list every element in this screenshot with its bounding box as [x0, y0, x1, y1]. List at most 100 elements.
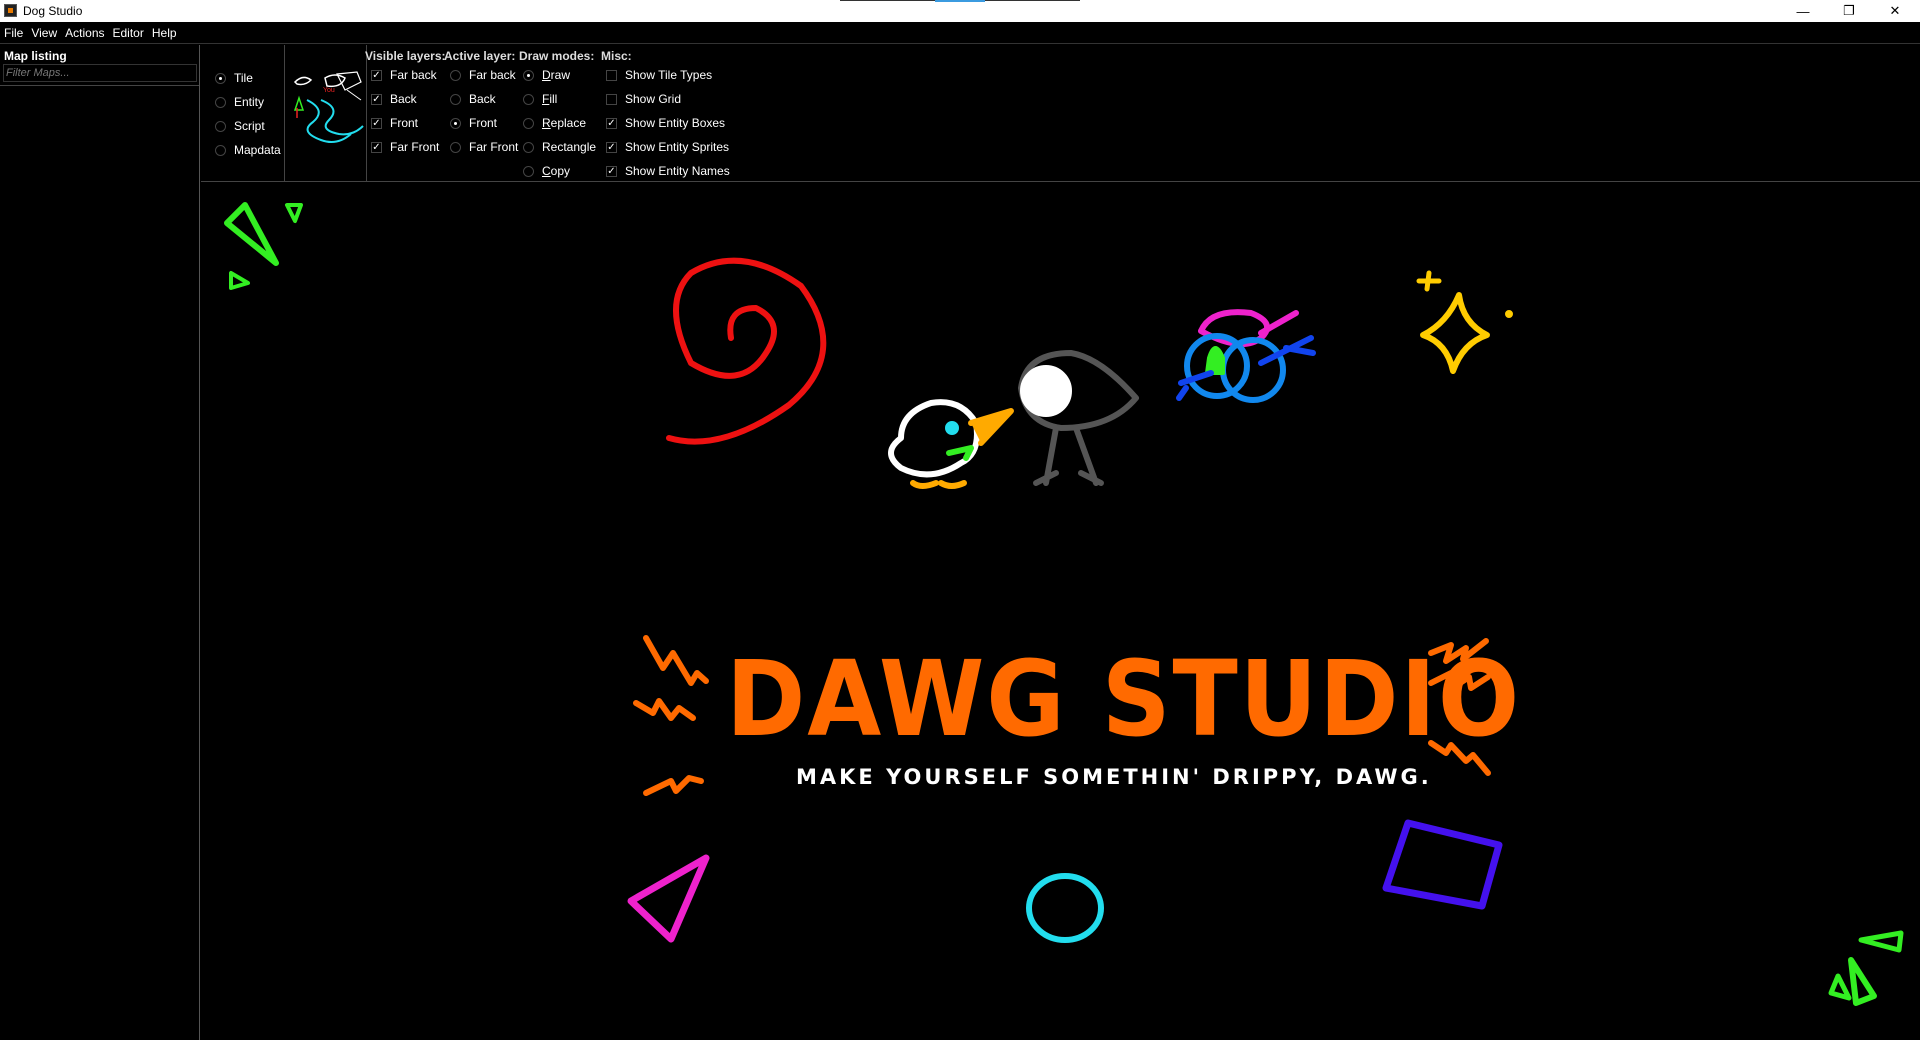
visible-far-front-label: Far Front: [390, 140, 440, 154]
menu-actions[interactable]: Actions: [65, 26, 104, 40]
map-listing-panel: Map listing: [0, 45, 200, 1040]
draw-mode-replace[interactable]: Replace: [523, 116, 586, 130]
yellow-dot-decoration: [1505, 310, 1513, 318]
draw-mode-rectangle-label: Rectangle: [542, 140, 597, 154]
visible-back-label: Back: [390, 92, 417, 106]
draw-modes-label: Draw modes:: [519, 49, 595, 63]
mode-tile-radio[interactable]: [215, 72, 226, 84]
mode-script-radio[interactable]: [215, 120, 226, 132]
green-triangle-decoration: [1848, 957, 1877, 1006]
active-layer-far-back[interactable]: Far back: [450, 68, 516, 82]
restore-icon: ❐: [1843, 3, 1855, 18]
minimize-button[interactable]: —: [1780, 0, 1826, 22]
draw-mode-draw-radio[interactable]: [523, 69, 534, 81]
draw-mode-rectangle-radio[interactable]: [523, 141, 534, 153]
misc-show-grid[interactable]: Show Grid: [606, 92, 681, 106]
show-tile-types-label: Show Tile Types: [625, 68, 713, 82]
mode-mapdata[interactable]: Mapdata: [215, 143, 281, 157]
green-triangle-decoration: [1828, 973, 1852, 1001]
magenta-triangle-decoration: [627, 854, 710, 943]
cyan-circle-decoration: [1026, 873, 1104, 943]
window-title: Dog Studio: [23, 4, 83, 18]
show-entity-sprites-label: Show Entity Sprites: [625, 140, 730, 154]
splash-doodles: [224, 202, 1904, 1006]
active-layer-label: Active layer:: [444, 49, 516, 63]
orange-zigzag-decoration: [643, 635, 709, 686]
misc-show-entity-sprites[interactable]: ✓ Show Entity Sprites: [606, 140, 729, 154]
draw-mode-draw[interactable]: Draw: [523, 68, 570, 82]
editor-toolbar: Tile Entity Script Mapdata You Visible l…: [201, 45, 1920, 182]
mode-mapdata-radio[interactable]: [215, 144, 226, 156]
active-far-front-radio[interactable]: [450, 141, 461, 153]
indigo-diamond-decoration: [1382, 819, 1503, 910]
show-entity-boxes-checkbox[interactable]: ✓: [606, 117, 617, 129]
draw-mode-copy[interactable]: Copy: [523, 164, 570, 178]
eye-creature-legs-doodle: [1033, 425, 1104, 486]
visible-front-checkbox[interactable]: ✓: [371, 117, 382, 129]
active-layer-back[interactable]: Back: [450, 92, 496, 106]
map-listing-title: Map listing: [4, 49, 67, 63]
active-far-back-label: Far back: [469, 68, 516, 82]
draw-mode-replace-label: Replace: [542, 116, 587, 130]
misc-show-entity-boxes[interactable]: ✓ Show Entity Boxes: [606, 116, 725, 130]
active-back-label: Back: [469, 92, 496, 106]
restore-button[interactable]: ❐: [1826, 0, 1872, 22]
draw-mode-replace-radio[interactable]: [523, 117, 534, 129]
mode-tile[interactable]: Tile: [215, 71, 253, 85]
active-layer-far-front[interactable]: Far Front: [450, 140, 518, 154]
show-grid-checkbox[interactable]: [606, 93, 617, 105]
green-triangle-decoration: [285, 203, 303, 223]
misc-show-entity-names[interactable]: ✓ Show Entity Names: [606, 164, 730, 178]
menu-editor[interactable]: Editor: [113, 26, 144, 40]
map-list[interactable]: [0, 87, 199, 1037]
green-triangle-decoration: [229, 271, 250, 290]
mode-script[interactable]: Script: [215, 119, 265, 133]
show-tile-types-checkbox[interactable]: [606, 69, 617, 81]
draw-mode-copy-radio[interactable]: [523, 165, 534, 177]
active-front-radio[interactable]: [450, 117, 461, 129]
menu-file[interactable]: File: [4, 26, 23, 40]
visible-layer-far-front[interactable]: ✓ Far Front: [371, 140, 439, 154]
map-canvas[interactable]: DAWG STUDIO MAKE YOURSELF SOMETHIN' DRIP…: [201, 183, 1920, 1040]
visible-far-back-checkbox[interactable]: ✓: [371, 69, 382, 81]
active-layer-front[interactable]: Front: [450, 116, 497, 130]
eye-creature-eye-doodle: [1020, 365, 1072, 417]
close-icon: ✕: [1889, 3, 1901, 18]
window-title-bar[interactable]: Dog Studio — ❐ ✕: [0, 0, 1920, 22]
bird-body-doodle: [1220, 337, 1286, 403]
active-back-radio[interactable]: [450, 93, 461, 105]
active-front-label: Front: [469, 116, 498, 130]
svg-text:You: You: [323, 87, 335, 94]
yellow-plus-decoration: [1416, 270, 1442, 292]
draw-mode-fill[interactable]: Fill: [523, 92, 557, 106]
draw-mode-fill-radio[interactable]: [523, 93, 534, 105]
duck-eye-doodle: [945, 421, 959, 435]
list-divider: [0, 85, 199, 86]
visible-layer-back[interactable]: ✓ Back: [371, 92, 417, 106]
visible-far-back-label: Far back: [390, 68, 437, 82]
mode-entity-radio[interactable]: [215, 96, 226, 108]
misc-show-tile-types[interactable]: Show Tile Types: [606, 68, 712, 82]
mode-entity[interactable]: Entity: [215, 95, 264, 109]
visible-layer-front[interactable]: ✓ Front: [371, 116, 418, 130]
app-icon: [4, 4, 17, 17]
show-entity-sprites-checkbox[interactable]: ✓: [606, 141, 617, 153]
yellow-sparkle-decoration: [1420, 292, 1490, 374]
draw-mode-rectangle[interactable]: Rectangle: [523, 140, 596, 154]
misc-label: Misc:: [601, 49, 632, 63]
tile-preview[interactable]: You: [284, 45, 367, 181]
visible-layer-far-back[interactable]: ✓ Far back: [371, 68, 437, 82]
visible-far-front-checkbox[interactable]: ✓: [371, 141, 382, 153]
mode-tile-label: Tile: [234, 71, 253, 85]
menu-view[interactable]: View: [31, 26, 57, 40]
show-entity-names-checkbox[interactable]: ✓: [606, 165, 617, 177]
filter-maps-input[interactable]: [3, 64, 197, 82]
draw-mode-fill-label: Fill: [542, 92, 558, 106]
orange-zigzag-decoration: [633, 698, 696, 721]
menu-help[interactable]: Help: [152, 26, 177, 40]
visible-back-checkbox[interactable]: ✓: [371, 93, 382, 105]
active-far-front-label: Far Front: [469, 140, 519, 154]
close-button[interactable]: ✕: [1872, 0, 1918, 22]
mode-mapdata-label: Mapdata: [234, 143, 281, 157]
active-far-back-radio[interactable]: [450, 69, 461, 81]
